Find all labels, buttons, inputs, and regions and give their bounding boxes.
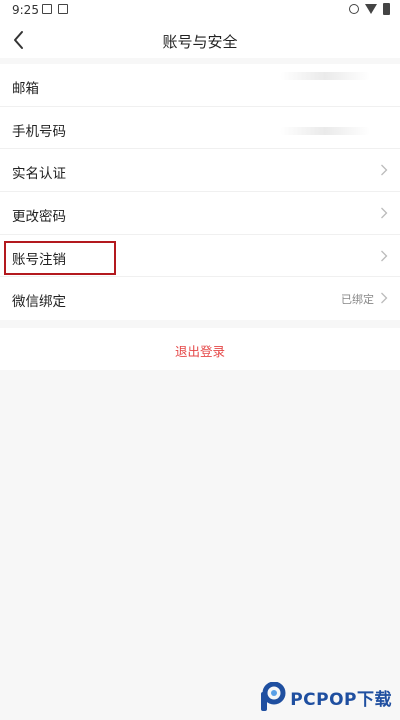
chevron-right-icon xyxy=(381,250,388,262)
settings-item-account-deletion[interactable]: 账号注销 xyxy=(0,235,400,278)
settings-item-label: 手机号码 xyxy=(12,123,66,140)
pcpop-logo-icon xyxy=(261,682,286,711)
app-notification-icon xyxy=(58,4,68,14)
settings-item-label: 账号注销 xyxy=(12,251,66,268)
settings-item-wechat-binding[interactable]: 微信绑定 已绑定 xyxy=(0,277,400,320)
wifi-icon xyxy=(365,4,377,14)
settings-item-label: 实名认证 xyxy=(12,166,66,183)
chevron-right-icon xyxy=(381,292,388,304)
settings-item-label: 更改密码 xyxy=(12,209,66,226)
status-icons xyxy=(349,3,390,15)
image-notification-icon xyxy=(42,4,52,14)
watermark: PCPOP下载 xyxy=(258,682,392,712)
navigation-bar: 账号与安全 xyxy=(0,22,400,58)
battery-icon xyxy=(383,3,390,15)
status-bar: 9:25 xyxy=(0,0,400,22)
binding-status: 已绑定 xyxy=(341,293,374,307)
do-not-disturb-icon xyxy=(349,4,359,14)
settings-item-real-name-verification[interactable]: 实名认证 xyxy=(0,149,400,193)
settings-item-change-password[interactable]: 更改密码 xyxy=(0,192,400,235)
chevron-right-icon xyxy=(381,164,388,176)
logout-section: 退出登录 xyxy=(0,328,400,370)
watermark-text: PCPOP下载 xyxy=(290,689,392,710)
logout-button[interactable]: 退出登录 xyxy=(0,341,400,360)
chevron-right-icon xyxy=(381,207,388,219)
settings-item-phone[interactable]: 手机号码 xyxy=(0,107,400,150)
settings-item-email[interactable]: 邮箱 xyxy=(0,64,400,107)
masked-value xyxy=(280,126,370,135)
page-title: 账号与安全 xyxy=(162,33,238,51)
settings-item-label: 邮箱 xyxy=(12,81,39,97)
masked-value xyxy=(280,72,370,80)
settings-list: 邮箱 手机号码 实名认证 更改密码 账号注销 微信绑定 已绑定 xyxy=(0,64,400,321)
settings-item-label: 微信绑定 xyxy=(12,294,66,311)
status-time: 9:25 xyxy=(12,3,39,17)
